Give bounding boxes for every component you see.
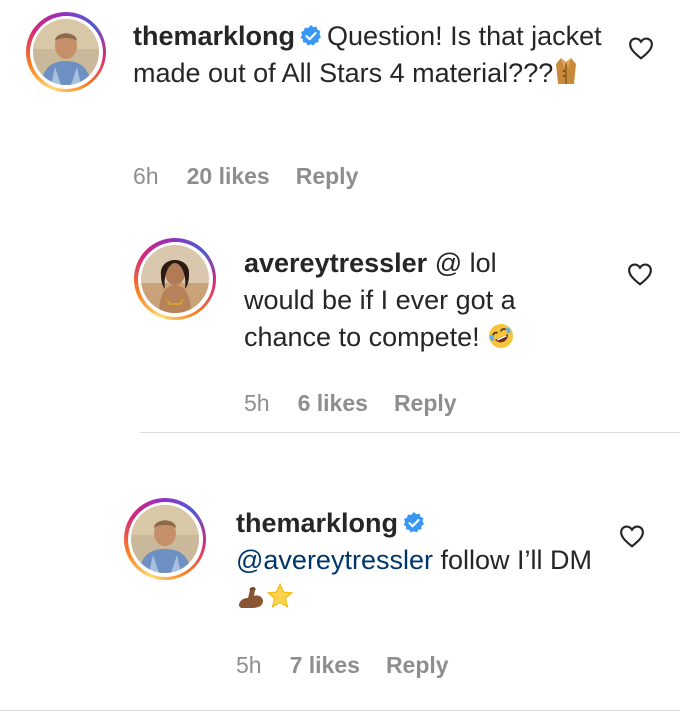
reply-button[interactable]: Reply <box>394 390 457 417</box>
flexed-biceps-emoji <box>239 587 263 608</box>
username[interactable]: themarklong <box>133 21 295 51</box>
heart-outline-icon[interactable] <box>627 262 653 286</box>
comment-text: themarklong Question! Is that jacket made… <box>133 18 603 92</box>
comment-text: themarklong @avereytressler follow I’ll D… <box>236 505 596 616</box>
reply-button[interactable]: Reply <box>296 163 359 190</box>
reply-button[interactable]: Reply <box>386 652 449 679</box>
avatar <box>33 19 99 85</box>
coat-emoji <box>556 58 577 84</box>
avatar <box>131 505 199 573</box>
verified-badge-icon <box>300 25 322 46</box>
comment-reply-item: avereytressler @ lol would be if I ever … <box>0 230 680 440</box>
comment-body: follow I’ll DM <box>432 545 592 575</box>
heart-outline-icon[interactable] <box>619 524 645 548</box>
divider <box>140 432 680 433</box>
star-emoji <box>266 582 294 609</box>
rolling-laughing-emoji <box>489 324 514 348</box>
comment-meta: 6h 20 likes Reply <box>133 163 358 190</box>
comment-time[interactable]: 5h <box>244 390 270 417</box>
comment-item: themarklong Question! Is that jacket made… <box>0 0 680 200</box>
avatar-story-ring[interactable] <box>26 12 106 92</box>
instagram-comment-thread: themarklong Question! Is that jacket made… <box>0 0 680 713</box>
bottom-divider <box>0 710 680 711</box>
comment-time[interactable]: 6h <box>133 163 159 190</box>
like-count[interactable]: 20 likes <box>187 163 270 190</box>
heart-outline-icon[interactable] <box>628 36 654 60</box>
like-count[interactable]: 6 likes <box>298 390 368 417</box>
comment-meta: 5h 7 likes Reply <box>236 652 449 679</box>
username[interactable]: themarklong <box>236 508 398 538</box>
verified-badge-icon <box>403 512 425 533</box>
avatar-story-ring[interactable] <box>134 238 216 320</box>
comment-meta: 5h 6 likes Reply <box>244 390 457 417</box>
avatar <box>141 245 209 313</box>
avatar-story-ring[interactable] <box>124 498 206 580</box>
mention-link[interactable]: @avereytressler <box>236 545 433 575</box>
comment-text: avereytressler @ lol would be if I ever … <box>244 245 574 356</box>
username[interactable]: avereytressler <box>244 248 427 278</box>
like-count[interactable]: 7 likes <box>290 652 360 679</box>
comment-reply-item: themarklong @avereytressler follow I’ll D… <box>0 490 680 700</box>
comment-time[interactable]: 5h <box>236 652 262 679</box>
